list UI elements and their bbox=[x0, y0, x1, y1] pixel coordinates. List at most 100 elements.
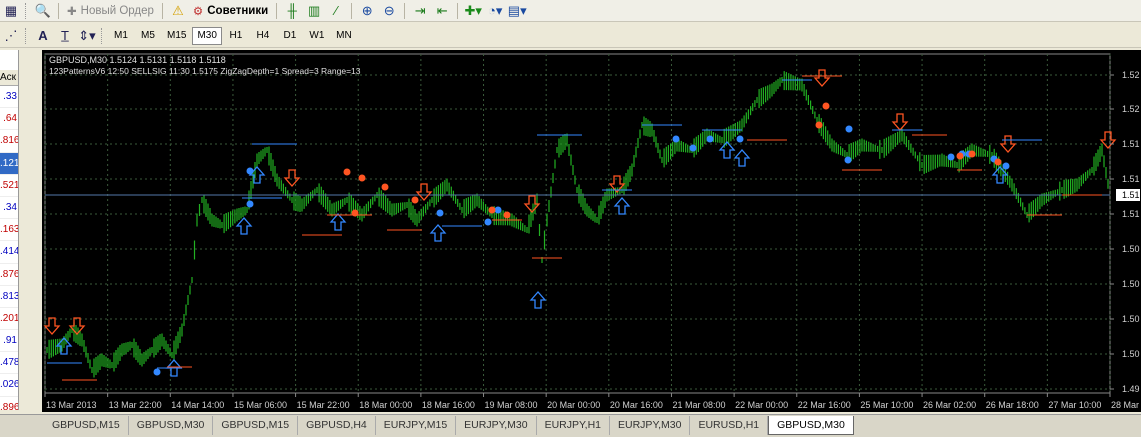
chart-tab[interactable]: EURJPY,H1 bbox=[537, 416, 611, 435]
fibonacci-icon[interactable]: ⋰ bbox=[0, 26, 22, 45]
sell-signal-dot bbox=[822, 102, 830, 110]
price-label: 1.50 bbox=[1122, 314, 1140, 324]
sell-arrow bbox=[415, 183, 433, 201]
sell-signal-dot bbox=[488, 206, 496, 214]
sell-arrow bbox=[43, 317, 61, 335]
chart-tab[interactable]: GBPUSD,M30 bbox=[768, 416, 854, 435]
buy-arrow bbox=[529, 291, 547, 309]
templates-icon[interactable]: ▤▾ bbox=[506, 1, 528, 20]
watchlist-ask-value[interactable]: .91 bbox=[0, 330, 18, 353]
chart-tab[interactable]: EURJPY,M30 bbox=[456, 416, 537, 435]
advisors-icon: ⚙ bbox=[192, 5, 204, 18]
sell-signal-dot bbox=[358, 174, 366, 182]
profiles-icon[interactable]: ▦ bbox=[0, 1, 22, 20]
buy-signal-dot bbox=[246, 167, 254, 175]
text-tool[interactable]: A bbox=[32, 26, 54, 45]
price-label: 1.52 bbox=[1122, 104, 1140, 114]
chart-tab[interactable]: EURJPY,M15 bbox=[376, 416, 457, 435]
symbol-info: GBPUSD,M30 1.5124 1.5131 1.5118 1.5118 bbox=[49, 55, 226, 65]
timeframe-d1[interactable]: D1 bbox=[277, 27, 303, 45]
market-watch-panel: Аск .33.64.816.121.521.34.163.414.876.81… bbox=[0, 50, 19, 410]
buy-arrow bbox=[429, 224, 447, 242]
watchlist-ask-value[interactable]: .896 bbox=[0, 397, 18, 410]
buy-signal-dot bbox=[736, 135, 744, 143]
watchlist-ask-value[interactable]: .876 bbox=[0, 264, 18, 286]
time-label: 21 Mar 08:00 bbox=[672, 400, 725, 410]
price-chart[interactable]: GBPUSD,M30 1.5124 1.5131 1.5118 1.5118 1… bbox=[42, 50, 1141, 412]
watchlist-ask-value[interactable]: .163 bbox=[0, 219, 18, 242]
watchlist-ask-value[interactable]: .813 bbox=[0, 286, 18, 308]
advisors-label: Советники bbox=[207, 4, 269, 17]
bar-chart-icon[interactable]: ╫ bbox=[281, 1, 303, 20]
timeframe-h1[interactable]: H1 bbox=[223, 27, 249, 45]
timeframe-m1[interactable]: M1 bbox=[108, 27, 134, 45]
watchlist-ask-value[interactable]: .201 bbox=[0, 308, 18, 331]
buy-signal-dot bbox=[153, 368, 161, 376]
watchlist-ask-value[interactable]: .026 bbox=[0, 374, 18, 397]
watchlist-ask-value[interactable]: .64 bbox=[0, 108, 18, 131]
chart-tabs: GBPUSD,M15 GBPUSD,M30 GBPUSD,M15 GBPUSD,H4 E… bbox=[0, 414, 1141, 437]
time-label: 20 Mar 16:00 bbox=[610, 400, 663, 410]
sell-arrow bbox=[283, 169, 301, 187]
sell-signal-dot bbox=[411, 196, 419, 204]
signal-markers bbox=[43, 69, 1117, 381]
buy-signal-dot bbox=[706, 135, 714, 143]
arrows-icon[interactable]: ⇕▾ bbox=[76, 26, 98, 45]
buy-arrow bbox=[613, 197, 631, 215]
buy-signal-dot bbox=[494, 206, 502, 214]
chart-tab[interactable]: GBPUSD,M30 bbox=[129, 416, 214, 435]
plot-border bbox=[44, 53, 1111, 394]
sell-signal-dot bbox=[503, 211, 511, 219]
market-watch-icon[interactable]: 🔍 bbox=[32, 1, 54, 20]
timeframe-m5[interactable]: M5 bbox=[135, 27, 161, 45]
sell-signal-dot bbox=[956, 152, 964, 160]
time-label: 22 Mar 16:00 bbox=[798, 400, 851, 410]
time-label: 28 Mar 02:00 bbox=[1111, 400, 1141, 410]
chart-window[interactable]: GBPUSD,M30 1.5124 1.5131 1.5118 1.5118 1… bbox=[42, 50, 1141, 412]
watchlist-ask-value[interactable]: .34 bbox=[0, 197, 18, 220]
warning-icon[interactable]: ⚠ bbox=[167, 1, 189, 20]
timeframe-h4[interactable]: H4 bbox=[250, 27, 276, 45]
timeframe-w1[interactable]: W1 bbox=[304, 27, 330, 45]
time-label: 15 Mar 06:00 bbox=[234, 400, 287, 410]
price-label: 1.52 bbox=[1122, 70, 1140, 80]
zoom-in-icon[interactable]: ⊕ bbox=[356, 1, 378, 20]
text-label-icon[interactable]: T̲ bbox=[54, 26, 76, 45]
drawing-toolbar: ⋰ A T̲ ⇕▾ M1 M5 M15 M30 H1 H4 D1 W1 MN bbox=[0, 24, 1141, 48]
zoom-out-icon[interactable]: ⊖ bbox=[378, 1, 400, 20]
price-label: 1.49 bbox=[1122, 384, 1140, 394]
time-label: 27 Mar 10:00 bbox=[1048, 400, 1101, 410]
watchlist-ask-value[interactable]: .478 bbox=[0, 352, 18, 375]
chart-tab[interactable]: EURUSD,H1 bbox=[690, 416, 769, 435]
price-label: 1.51 bbox=[1122, 209, 1140, 219]
sell-signal-dot bbox=[815, 121, 823, 129]
advisors-button[interactable]: ⚙ Советники bbox=[189, 1, 272, 20]
periods-icon[interactable]: ◔▾ bbox=[484, 1, 506, 20]
watchlist-ask-value[interactable]: .414 bbox=[0, 241, 18, 264]
watchlist-ask-value[interactable]: .816 bbox=[0, 130, 18, 153]
line-chart-icon[interactable]: ∕ bbox=[325, 1, 347, 20]
candlestick-icon[interactable]: ▥ bbox=[303, 1, 325, 20]
buy-signal-dot bbox=[436, 209, 444, 217]
sell-arrow bbox=[999, 135, 1017, 153]
chart-shift-icon[interactable]: ⇤ bbox=[431, 1, 453, 20]
timeframe-mn[interactable]: MN bbox=[331, 27, 357, 45]
time-label: 18 Mar 00:00 bbox=[359, 400, 412, 410]
time-label: 26 Mar 02:00 bbox=[923, 400, 976, 410]
new-order-button[interactable]: ✚ Новый Ордер bbox=[63, 1, 158, 20]
timeframe-m15[interactable]: M15 bbox=[162, 27, 191, 45]
chart-tab[interactable]: GBPUSD,M15 bbox=[213, 416, 299, 435]
chart-tab[interactable]: EURJPY,M30 bbox=[610, 416, 691, 435]
autoscroll-icon[interactable]: ⇥ bbox=[409, 1, 431, 20]
watchlist-ask-value[interactable]: .121 bbox=[0, 152, 18, 175]
watchlist-ask-value[interactable]: .33 bbox=[0, 86, 18, 109]
watchlist-ask-value[interactable]: .521 bbox=[0, 175, 18, 197]
timeframe-bar: M1 M5 M15 M30 H1 H4 D1 W1 MN bbox=[108, 26, 357, 45]
timeframe-m30[interactable]: M30 bbox=[192, 26, 222, 45]
chart-tab[interactable]: GBPUSD,H4 bbox=[298, 416, 376, 435]
chart-tab[interactable]: GBPUSD,M15 bbox=[44, 416, 129, 435]
buy-signal-dot bbox=[246, 200, 254, 208]
indicators-icon[interactable]: ✚▾ bbox=[462, 1, 484, 20]
sell-arrow bbox=[813, 69, 831, 87]
buy-signal-dot bbox=[844, 156, 852, 164]
